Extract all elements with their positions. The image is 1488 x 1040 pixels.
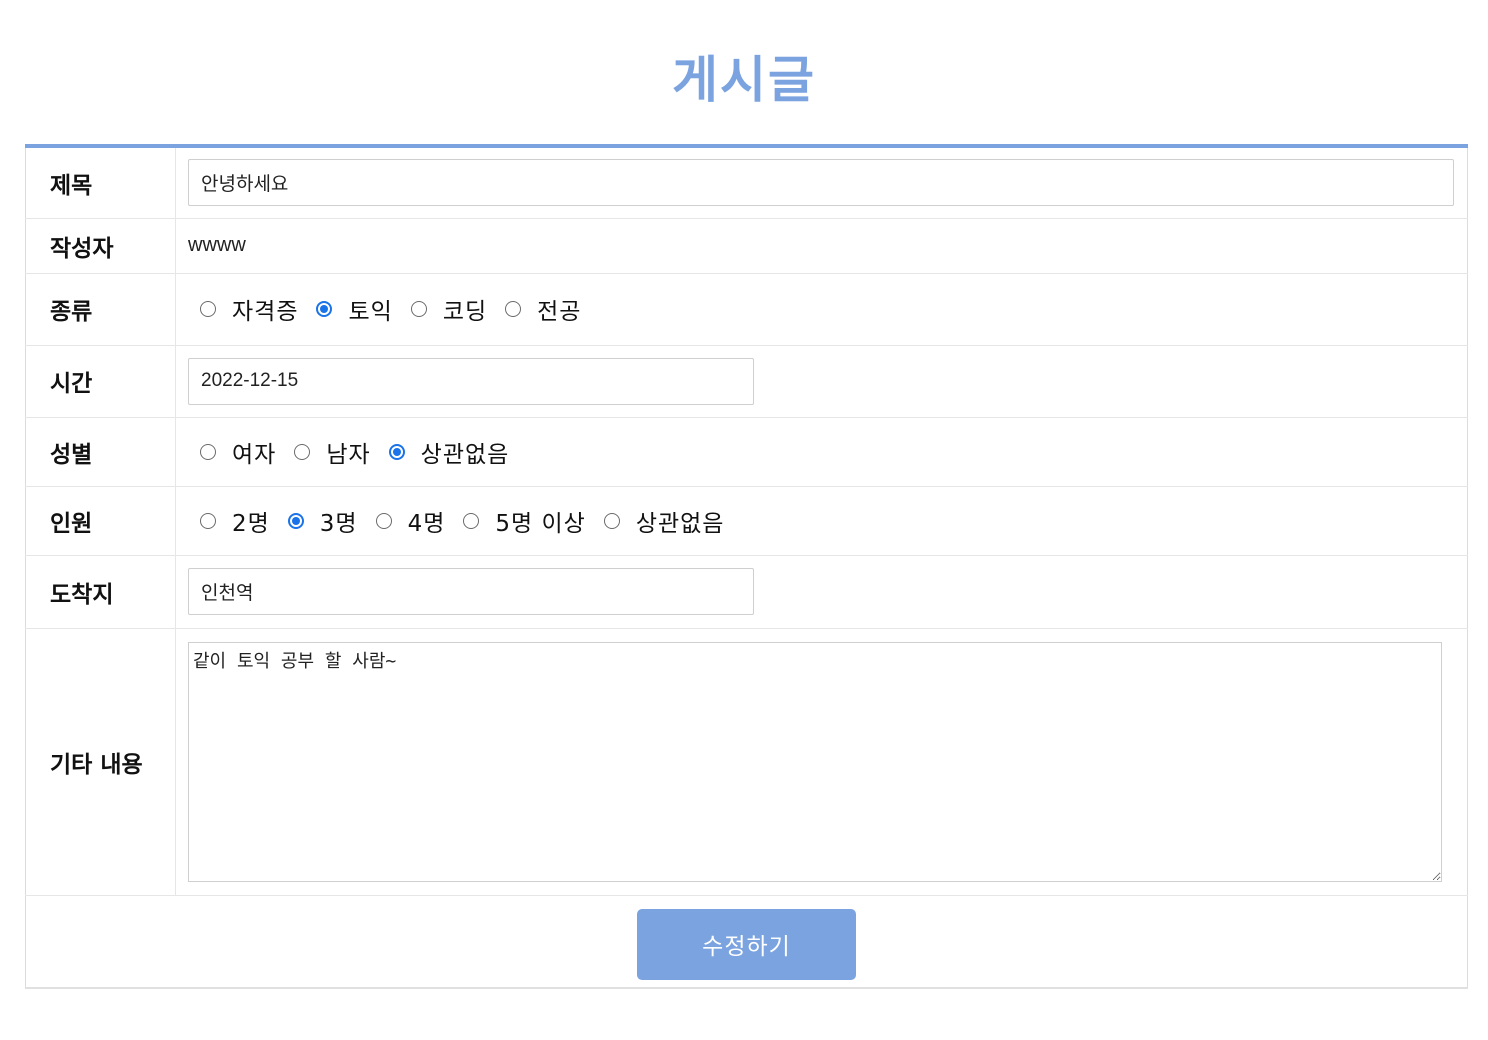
radio-icon[interactable] — [200, 301, 216, 317]
destination-label: 도착지 — [25, 555, 176, 629]
category-radio-group: 자격증 토익 코딩 전공 — [188, 292, 1455, 326]
radio-icon[interactable] — [603, 512, 620, 529]
gender-option[interactable]: 상관없음 — [388, 435, 510, 469]
radio-icon[interactable] — [463, 512, 480, 529]
headcount-option[interactable]: 상관없음 — [603, 504, 725, 538]
author-label: 작성자 — [25, 218, 176, 274]
memo-textarea[interactable]: 같이 토익 공부 할 사람~ — [188, 641, 1442, 882]
row-headcount: 인원 2명 3명 4명 5명 이상 상관없음 — [25, 486, 1468, 556]
author-value: wwww — [188, 234, 246, 256]
row-submit: 수정하기 — [25, 895, 1468, 989]
row-memo: 기타 내용 같이 토익 공부 할 사람~ — [25, 628, 1468, 896]
post-form: 제목 작성자 wwww 종류 자격증 토익 코딩 전공 시간 성별 — [25, 144, 1468, 989]
destination-input[interactable] — [188, 568, 754, 615]
gender-radio-group: 여자 남자 상관없음 — [188, 435, 1455, 469]
category-option[interactable]: 토익 — [316, 292, 392, 326]
radio-icon[interactable] — [200, 443, 216, 460]
radio-icon[interactable] — [505, 301, 522, 317]
row-title: 제목 — [25, 146, 1468, 219]
gender-label: 성별 — [25, 417, 176, 487]
row-category: 종류 자격증 토익 코딩 전공 — [25, 273, 1468, 346]
radio-icon[interactable] — [316, 301, 333, 317]
row-destination: 도착지 — [25, 555, 1468, 629]
title-input[interactable] — [188, 159, 1454, 207]
title-label: 제목 — [25, 146, 176, 219]
headcount-label: 인원 — [25, 486, 176, 556]
radio-icon[interactable] — [294, 443, 311, 460]
date-input[interactable] — [188, 357, 754, 405]
headcount-option[interactable]: 2명 — [200, 504, 270, 538]
page-title: 게시글 — [672, 51, 816, 109]
headcount-option[interactable]: 5명 이상 — [463, 504, 585, 538]
radio-icon[interactable] — [375, 512, 392, 529]
headcount-option[interactable]: 3명 — [287, 504, 358, 538]
category-label: 종류 — [25, 273, 176, 346]
radio-icon[interactable] — [388, 443, 405, 460]
headcount-radio-group: 2명 3명 4명 5명 이상 상관없음 — [188, 504, 1455, 538]
row-gender: 성별 여자 남자 상관없음 — [25, 417, 1468, 487]
time-label: 시간 — [25, 345, 176, 418]
memo-label: 기타 내용 — [25, 628, 176, 896]
category-option[interactable]: 자격증 — [200, 292, 298, 326]
headcount-option[interactable]: 4명 — [375, 504, 446, 538]
gender-option[interactable]: 여자 — [200, 435, 276, 469]
gender-option[interactable]: 남자 — [294, 435, 370, 469]
radio-icon[interactable] — [287, 512, 304, 529]
radio-icon[interactable] — [410, 301, 427, 317]
radio-icon[interactable] — [200, 512, 216, 529]
row-author: 작성자 wwww — [25, 218, 1468, 274]
category-option[interactable]: 코딩 — [410, 292, 487, 326]
row-time: 시간 — [25, 345, 1468, 418]
category-option[interactable]: 전공 — [505, 292, 581, 326]
edit-submit-button[interactable]: 수정하기 — [637, 908, 856, 980]
